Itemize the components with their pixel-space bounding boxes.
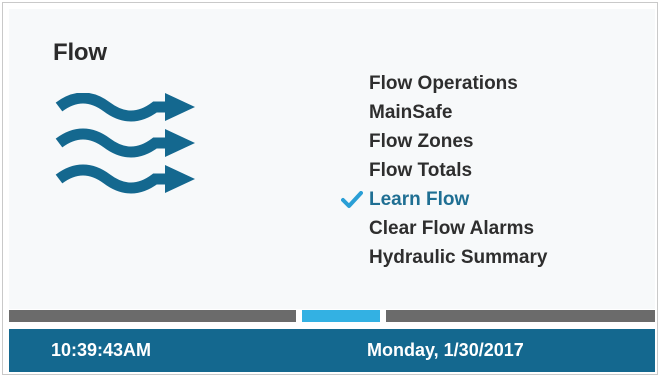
menu-item-label: Flow Totals (369, 160, 473, 181)
menu-item-label: Learn Flow (369, 189, 470, 210)
flow-waves-icon (55, 93, 195, 194)
status-time: 10:39:43AM (51, 340, 152, 360)
menu-item-flow-operations[interactable]: Flow Operations (337, 69, 547, 98)
main-screen: Flow Flow Operations MainSafe Flow Zones (9, 9, 655, 309)
indicator-track-right (386, 310, 655, 322)
menu-item-label: Flow Zones (369, 131, 474, 152)
indicator-track-left (9, 310, 296, 322)
device-display: Flow Flow Operations MainSafe Flow Zones (2, 2, 658, 375)
menu-item-hydraulic-summary[interactable]: Hydraulic Summary (337, 243, 547, 272)
menu-item-flow-zones[interactable]: Flow Zones (337, 127, 547, 156)
menu-item-mainsafe[interactable]: MainSafe (337, 98, 547, 127)
checkmark-icon (341, 191, 363, 208)
page-title: Flow (53, 39, 107, 66)
menu-item-label: MainSafe (369, 102, 453, 123)
flow-menu: Flow Operations MainSafe Flow Zones Flow… (337, 69, 547, 272)
screen-position-indicator (9, 310, 655, 322)
menu-item-learn-flow[interactable]: Learn Flow (337, 185, 547, 214)
menu-item-label: Clear Flow Alarms (369, 218, 535, 239)
status-date: Monday, 1/30/2017 (367, 340, 524, 360)
status-bar: 10:39:43AM Monday, 1/30/2017 (9, 329, 655, 372)
menu-item-flow-totals[interactable]: Flow Totals (337, 156, 547, 185)
menu-item-clear-flow-alarms[interactable]: Clear Flow Alarms (337, 214, 547, 243)
menu-item-label: Flow Operations (369, 73, 518, 94)
menu-item-label: Hydraulic Summary (369, 247, 548, 268)
indicator-current-position (302, 310, 380, 322)
